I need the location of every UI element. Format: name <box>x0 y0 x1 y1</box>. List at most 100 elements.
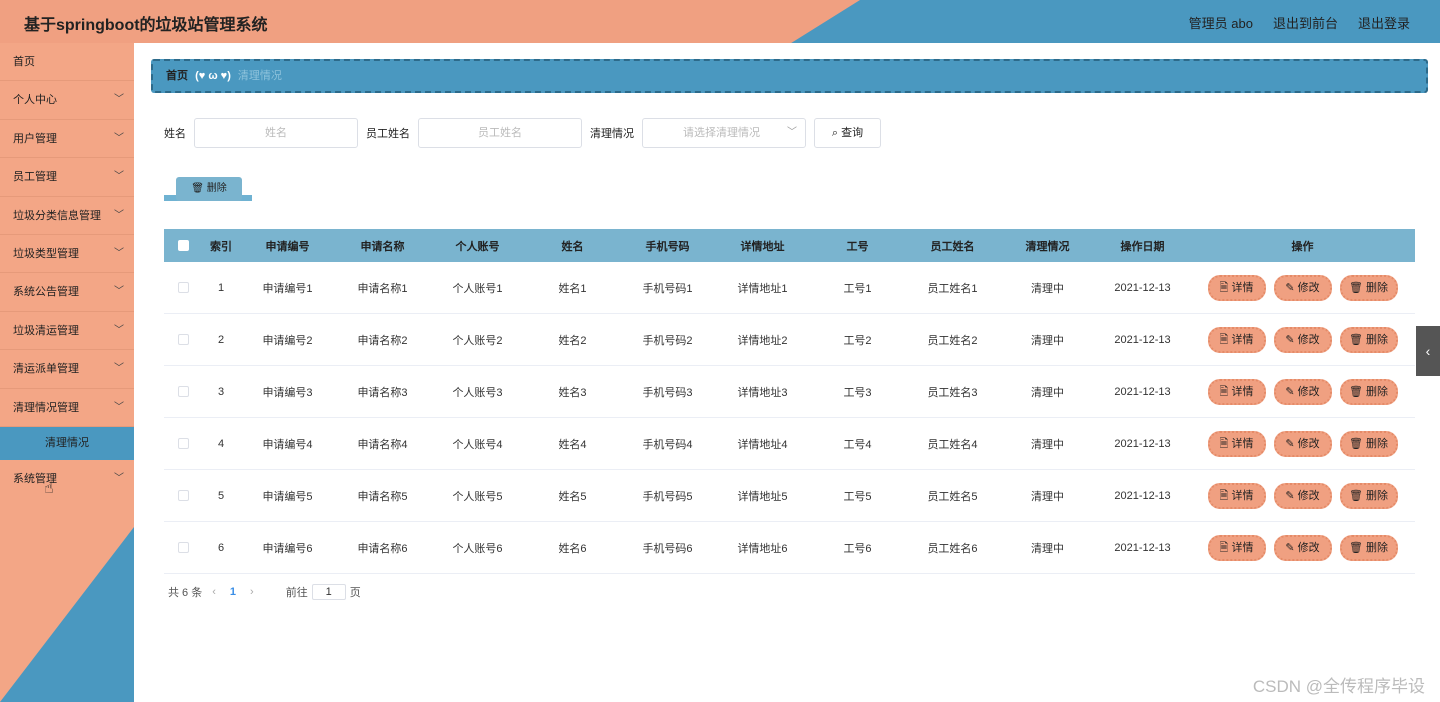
table-cell: 3 <box>217 385 225 398</box>
detail-button[interactable]: 🗎 详情 <box>1207 326 1266 353</box>
pagination: 共 6 条 ‹ 1 › 前往 1 页 <box>168 584 361 600</box>
row-checkbox[interactable] <box>177 334 189 346</box>
staff-name-input[interactable]: 员工姓名 <box>418 118 582 148</box>
table-cell: 员工姓名5 <box>927 490 978 503</box>
delete-button[interactable]: 🗑 删除 <box>1339 482 1398 509</box>
edit-button[interactable]: ✎ 修改 <box>1273 482 1332 509</box>
chevron-left-icon: ‹ <box>1425 343 1431 359</box>
table-cell: 姓名6 <box>558 542 587 555</box>
sidebar-subitem-cleaning-status[interactable]: 清理情况 <box>0 426 134 460</box>
sidebar-item-label: 系统公告管理 <box>13 286 79 299</box>
query-button[interactable]: ⌕ 查询 <box>814 118 881 148</box>
column-header: 员工姓名 <box>930 240 975 253</box>
current-page[interactable]: 1 <box>230 586 236 598</box>
column-header: 索引 <box>210 240 232 253</box>
sidebar-item[interactable]: 用户管理 ﹀ <box>0 119 134 159</box>
row-checkbox[interactable] <box>177 542 189 554</box>
delete-button[interactable]: 🗑 删除 <box>1339 274 1398 301</box>
table-cell: 姓名4 <box>558 438 587 451</box>
edit-button[interactable]: ✎ 修改 <box>1273 378 1332 405</box>
pencil-icon: ✎ <box>1285 437 1298 450</box>
breadcrumb-current: 清理情况 <box>237 70 282 82</box>
table-cell: 个人账号2 <box>452 334 503 347</box>
delete-button[interactable]: 🗑 删除 <box>1339 326 1398 353</box>
table-cell: 清理中 <box>1031 542 1064 555</box>
table-cell: 工号5 <box>843 490 872 503</box>
table-cell: 员工姓名4 <box>927 438 978 451</box>
trash-icon: 🗑 <box>1348 437 1367 450</box>
pencil-icon: ✎ <box>1285 385 1298 398</box>
next-page-icon[interactable]: › <box>250 586 254 598</box>
delete-button[interactable]: 🗑 删除 <box>1339 534 1398 561</box>
status-select[interactable]: 请选择清理情况 ﹀ <box>642 118 806 148</box>
table-cell: 工号4 <box>843 438 872 451</box>
trash-icon: 🗑 <box>1348 281 1367 294</box>
row-checkbox[interactable] <box>177 490 189 502</box>
prev-page-icon[interactable]: ‹ <box>212 586 216 598</box>
row-checkbox[interactable] <box>177 386 189 398</box>
row-actions: 🗎 详情 ✎ 修改 🗑 删除 <box>1190 326 1415 353</box>
table-cell: 申请编号4 <box>262 438 313 451</box>
chevron-down-icon: ﹀ <box>114 286 124 298</box>
sidebar-item[interactable]: 清运派单管理 ﹀ <box>0 350 134 389</box>
sidebar-item[interactable]: 员工管理 ﹀ <box>0 158 134 197</box>
trash-icon: 🗑 <box>1348 489 1367 502</box>
sidebar-item-label: 清理情况管理 <box>13 401 79 414</box>
table-cell: 员工姓名1 <box>927 282 978 295</box>
search-icon: ⌕ <box>831 127 839 139</box>
document-icon: 🗎 <box>1219 333 1232 346</box>
chevron-down-icon: ﹀ <box>787 127 797 138</box>
detail-button[interactable]: 🗎 详情 <box>1207 430 1266 457</box>
edit-button[interactable]: ✎ 修改 <box>1273 430 1332 457</box>
sidebar-item[interactable]: 系统公告管理 ﹀ <box>0 273 134 312</box>
table-cell: 员工姓名6 <box>927 542 978 555</box>
chevron-down-icon: ﹀ <box>114 472 124 484</box>
table-cell: 员工姓名2 <box>927 334 978 347</box>
sidebar-item[interactable]: 个人中心 ﹀ <box>0 81 134 120</box>
table-cell: 6 <box>217 541 225 554</box>
trash-icon: 🗑 <box>1348 385 1367 398</box>
delete-button[interactable]: 🗑 删除 <box>1339 378 1398 405</box>
table-cell: 详情地址4 <box>737 438 788 451</box>
detail-button[interactable]: 🗎 详情 <box>1207 378 1266 405</box>
total-count: 共 6 条 <box>168 587 203 599</box>
column-header: 清理情况 <box>1025 240 1070 253</box>
table-cell: 申请名称1 <box>357 282 408 295</box>
sidebar-item[interactable]: 清理情况管理 ﹀ <box>0 388 134 427</box>
sidebar-item[interactable]: 垃圾清运管理 ﹀ <box>0 311 134 351</box>
table-cell: 详情地址2 <box>737 334 788 347</box>
table-row: 6 申请编号6 申请名称6 个人账号6 姓名6 手机号码6 详情地址6 工号6 员工姓名6 清理中… <box>164 522 1415 574</box>
sidebar-item[interactable]: 首页 <box>0 43 134 82</box>
exit-to-front-link[interactable]: 退出到前台 <box>1273 13 1338 32</box>
logout-link[interactable]: 退出登录 <box>1358 13 1410 32</box>
edit-button[interactable]: ✎ 修改 <box>1273 534 1332 561</box>
edit-button[interactable]: ✎ 修改 <box>1273 274 1332 301</box>
edit-button[interactable]: ✎ 修改 <box>1273 326 1332 353</box>
side-panel-toggle[interactable]: ‹ <box>1416 326 1440 376</box>
breadcrumb-home[interactable]: 首页 <box>166 70 188 82</box>
chevron-down-icon: ﹀ <box>114 209 124 221</box>
sidebar-item[interactable]: 垃圾分类信息管理 ﹀ <box>0 196 134 235</box>
table-cell: 工号3 <box>843 386 872 399</box>
table-cell: 申请名称4 <box>357 438 408 451</box>
batch-delete-button[interactable]: 🗑 删除 <box>164 177 252 203</box>
table-cell: 手机号码5 <box>642 490 693 503</box>
data-table: 索引 申请编号 申请名称 个人账号 姓名 手机号码 详情地址 工号 员工姓名 清理情况 操作日期 操作… <box>164 229 1415 574</box>
name-input[interactable]: 姓名 <box>194 118 358 148</box>
row-checkbox[interactable] <box>177 438 189 450</box>
select-all-checkbox[interactable] <box>177 240 189 252</box>
table-cell: 工号1 <box>843 282 872 295</box>
sidebar-item[interactable]: 垃圾类型管理 ﹀ <box>0 234 134 274</box>
column-header: 工号 <box>846 240 869 253</box>
table-row: 2 申请编号2 申请名称2 个人账号2 姓名2 手机号码2 详情地址2 工号2 员工姓名2 清理中… <box>164 314 1415 366</box>
goto-page-input[interactable]: 1 <box>311 584 346 600</box>
detail-button[interactable]: 🗎 详情 <box>1207 274 1266 301</box>
delete-button[interactable]: 🗑 删除 <box>1339 430 1398 457</box>
row-checkbox[interactable] <box>177 282 189 294</box>
chevron-down-icon: ﹀ <box>114 363 124 375</box>
pencil-icon: ✎ <box>1285 489 1298 502</box>
detail-button[interactable]: 🗎 详情 <box>1207 482 1266 509</box>
detail-button[interactable]: 🗎 详情 <box>1207 534 1266 561</box>
sidebar-item-system[interactable]: 系统管理 ﹀ <box>0 460 134 498</box>
table-cell: 清理中 <box>1031 282 1064 295</box>
